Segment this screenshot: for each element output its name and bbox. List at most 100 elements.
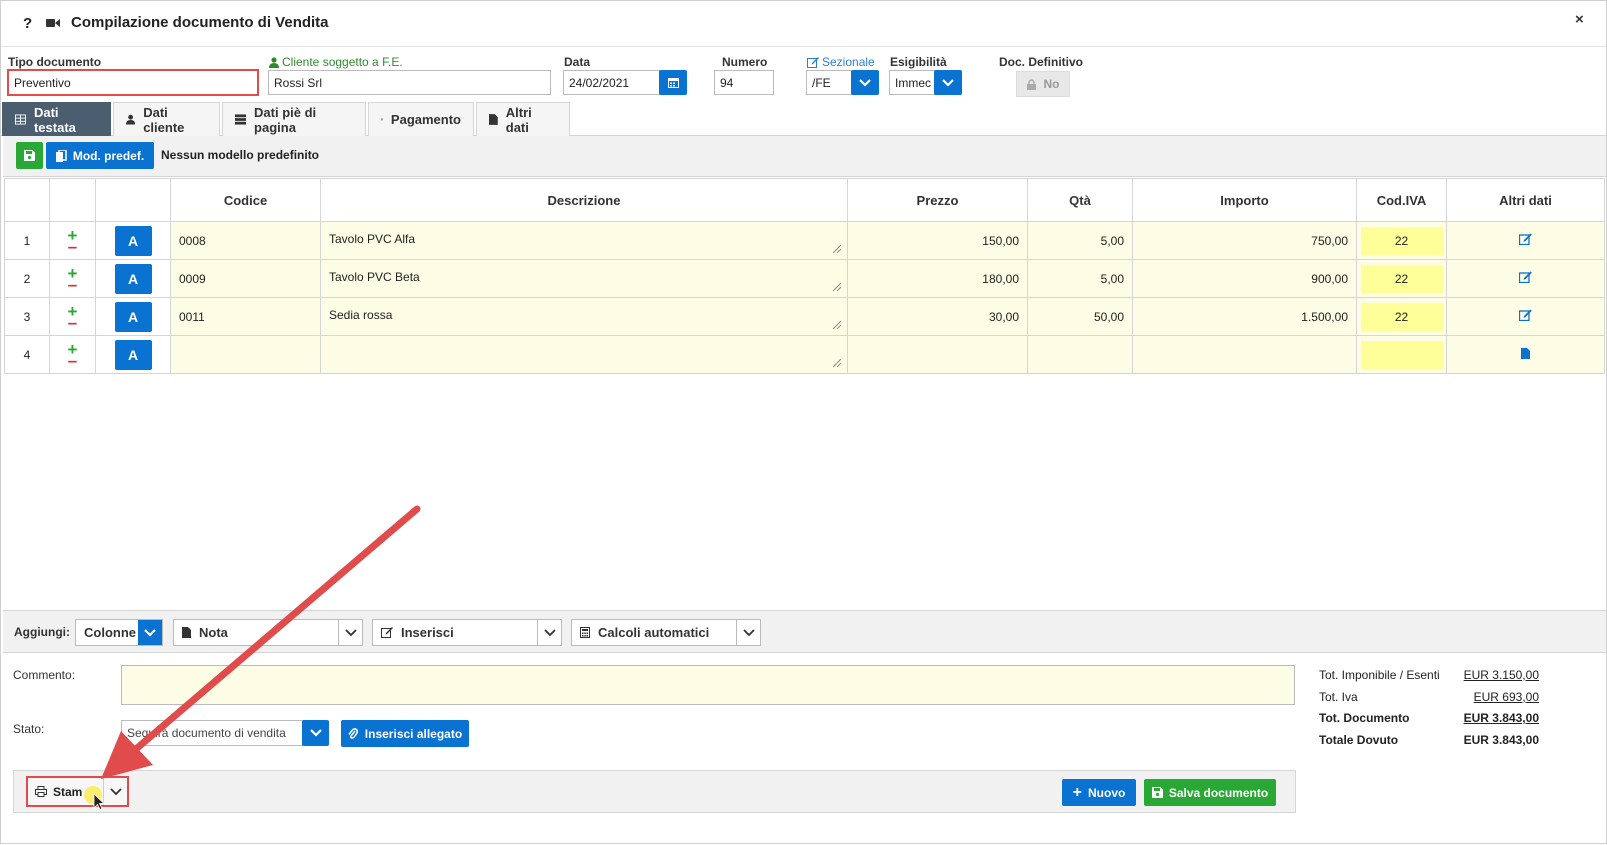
altri-dati-cell[interactable] [1447,298,1605,336]
tot-iva-value[interactable]: EUR 693,00 [1474,690,1539,712]
importo-cell[interactable]: 900,00 [1133,260,1357,298]
tab-pagamento[interactable]: Pagamento [368,102,474,136]
inserisci-dropdown[interactable]: Inserisci [372,619,562,646]
stampa-dropdown-button[interactable] [105,778,127,805]
remove-row-icon[interactable]: – [68,279,77,290]
numero-input[interactable]: 94 [714,70,774,95]
cod-iva-value: 22 [1361,227,1443,255]
prezzo-cell[interactable] [848,336,1028,374]
row-type-button[interactable]: A [115,264,152,294]
prezzo-cell[interactable]: 150,00 [848,222,1028,260]
row-add-remove-cell: +– [50,222,96,260]
help-icon[interactable]: ? [23,15,32,32]
prezzo-cell[interactable]: 30,00 [848,298,1028,336]
row-type-button[interactable]: A [115,302,152,332]
importo-cell[interactable] [1133,336,1357,374]
sezionale-dropdown-button[interactable] [851,70,879,95]
inserisci-allegato-label: Inserisci allegato [365,727,462,741]
cod-iva-cell[interactable]: 22 [1357,222,1447,260]
resize-handle-icon[interactable] [833,321,841,329]
remove-row-icon[interactable]: – [68,241,77,252]
tot-imponibile-value[interactable]: EUR 3.150,00 [1464,668,1539,690]
remove-row-icon[interactable]: – [68,355,77,366]
importo-cell[interactable]: 750,00 [1133,222,1357,260]
chevron-down-icon [942,79,954,87]
cod-iva-cell[interactable]: 22 [1357,260,1447,298]
importo-cell[interactable]: 1.500,00 [1133,298,1357,336]
stato-dropdown-button[interactable] [302,720,329,746]
codice-cell[interactable]: 0009 [171,260,321,298]
chevron-down-icon [859,79,871,87]
aggiungi-label: Aggiungi: [14,625,70,639]
tab-dati-testata[interactable]: Dati testata [2,102,111,136]
descrizione-text: Tavolo PVC Beta [329,270,420,284]
tipo-documento-input[interactable]: Preventivo [7,69,259,96]
tab-dati-pie-di-pagina[interactable]: Dati piè di pagina [222,102,366,136]
mod-predef-button[interactable]: Mod. predef. [46,142,154,169]
list-icon [235,114,246,125]
calculator-icon [580,627,590,638]
prezzo-cell[interactable]: 180,00 [848,260,1028,298]
commento-textarea[interactable] [121,665,1295,705]
save-model-button[interactable] [16,142,43,169]
descrizione-cell[interactable]: Sedia rossa [321,298,848,336]
rows-toolbar: Mod. predef. Nessun modello predefinito [3,136,1606,177]
edit-icon [807,57,819,68]
resize-handle-icon[interactable] [833,245,841,253]
nota-dropdown[interactable]: Nota [173,619,363,646]
sezionale-link[interactable]: Sezionale [807,55,875,69]
esigibilita-dropdown-button[interactable] [934,70,962,95]
tab-altri-dati[interactable]: Altri dati [476,102,570,136]
inserisci-allegato-button[interactable]: Inserisci allegato [341,720,469,747]
qta-cell[interactable]: 50,00 [1028,298,1133,336]
calendar-icon [668,77,679,88]
tot-documento-value[interactable]: EUR 3.843,00 [1464,711,1539,733]
colonne-dropdown[interactable]: Colonne [75,619,163,646]
row-type-button[interactable]: A [115,226,152,256]
sezionale-select[interactable]: /FE [806,70,852,95]
calendar-icon [381,114,383,125]
resize-handle-icon[interactable] [833,359,841,367]
col-header-qta: Qtà [1028,179,1133,222]
row-number: 3 [5,298,50,336]
remove-row-icon[interactable]: – [68,317,77,328]
close-icon[interactable]: × [1575,11,1584,28]
cod-iva-cell[interactable]: 22 [1357,298,1447,336]
salva-documento-button[interactable]: Salva documento [1144,779,1276,806]
doc-definitivo-toggle[interactable]: No [1016,71,1070,97]
descrizione-cell[interactable]: Tavolo PVC Alfa [321,222,848,260]
descrizione-cell[interactable]: Tavolo PVC Beta [321,260,848,298]
esigibilita-select[interactable]: Immec [889,70,935,95]
stato-select[interactable]: Sequirà documento di vendita [121,720,303,746]
codice-cell[interactable] [171,336,321,374]
table-row: 4+–A [5,336,1605,374]
codice-cell[interactable]: 0011 [171,298,321,336]
descrizione-cell[interactable] [321,336,848,374]
user-icon [126,114,135,125]
calendar-button[interactable] [659,70,687,95]
qta-cell[interactable]: 5,00 [1028,222,1133,260]
qta-cell[interactable] [1028,336,1133,374]
tab-label: Dati cliente [143,105,207,135]
nuovo-button[interactable]: + Nuovo [1062,779,1136,806]
tab-dati-cliente[interactable]: Dati cliente [113,102,220,136]
esigibilita-label: Esigibilità [890,55,947,69]
row-type-button[interactable]: A [115,340,152,370]
data-input[interactable]: 24/02/2021 [563,70,660,95]
row-number: 1 [5,222,50,260]
cod-iva-value [1361,341,1443,369]
tot-documento-label: Tot. Documento [1319,711,1409,733]
stampa-split-button[interactable]: Stam [26,776,129,807]
doc-definitivo-label: Doc. Definitivo [999,55,1083,69]
plus-icon: + [1073,787,1082,799]
descrizione-text: Sedia rossa [329,308,392,322]
cod-iva-cell[interactable] [1357,336,1447,374]
resize-handle-icon[interactable] [833,283,841,291]
altri-dati-cell[interactable] [1447,222,1605,260]
calcoli-automatici-dropdown[interactable]: Calcoli automatici [571,619,761,646]
cliente-input[interactable]: Rossi Srl [268,70,551,95]
codice-cell[interactable]: 0008 [171,222,321,260]
altri-dati-cell[interactable] [1447,336,1605,374]
qta-cell[interactable]: 5,00 [1028,260,1133,298]
altri-dati-cell[interactable] [1447,260,1605,298]
